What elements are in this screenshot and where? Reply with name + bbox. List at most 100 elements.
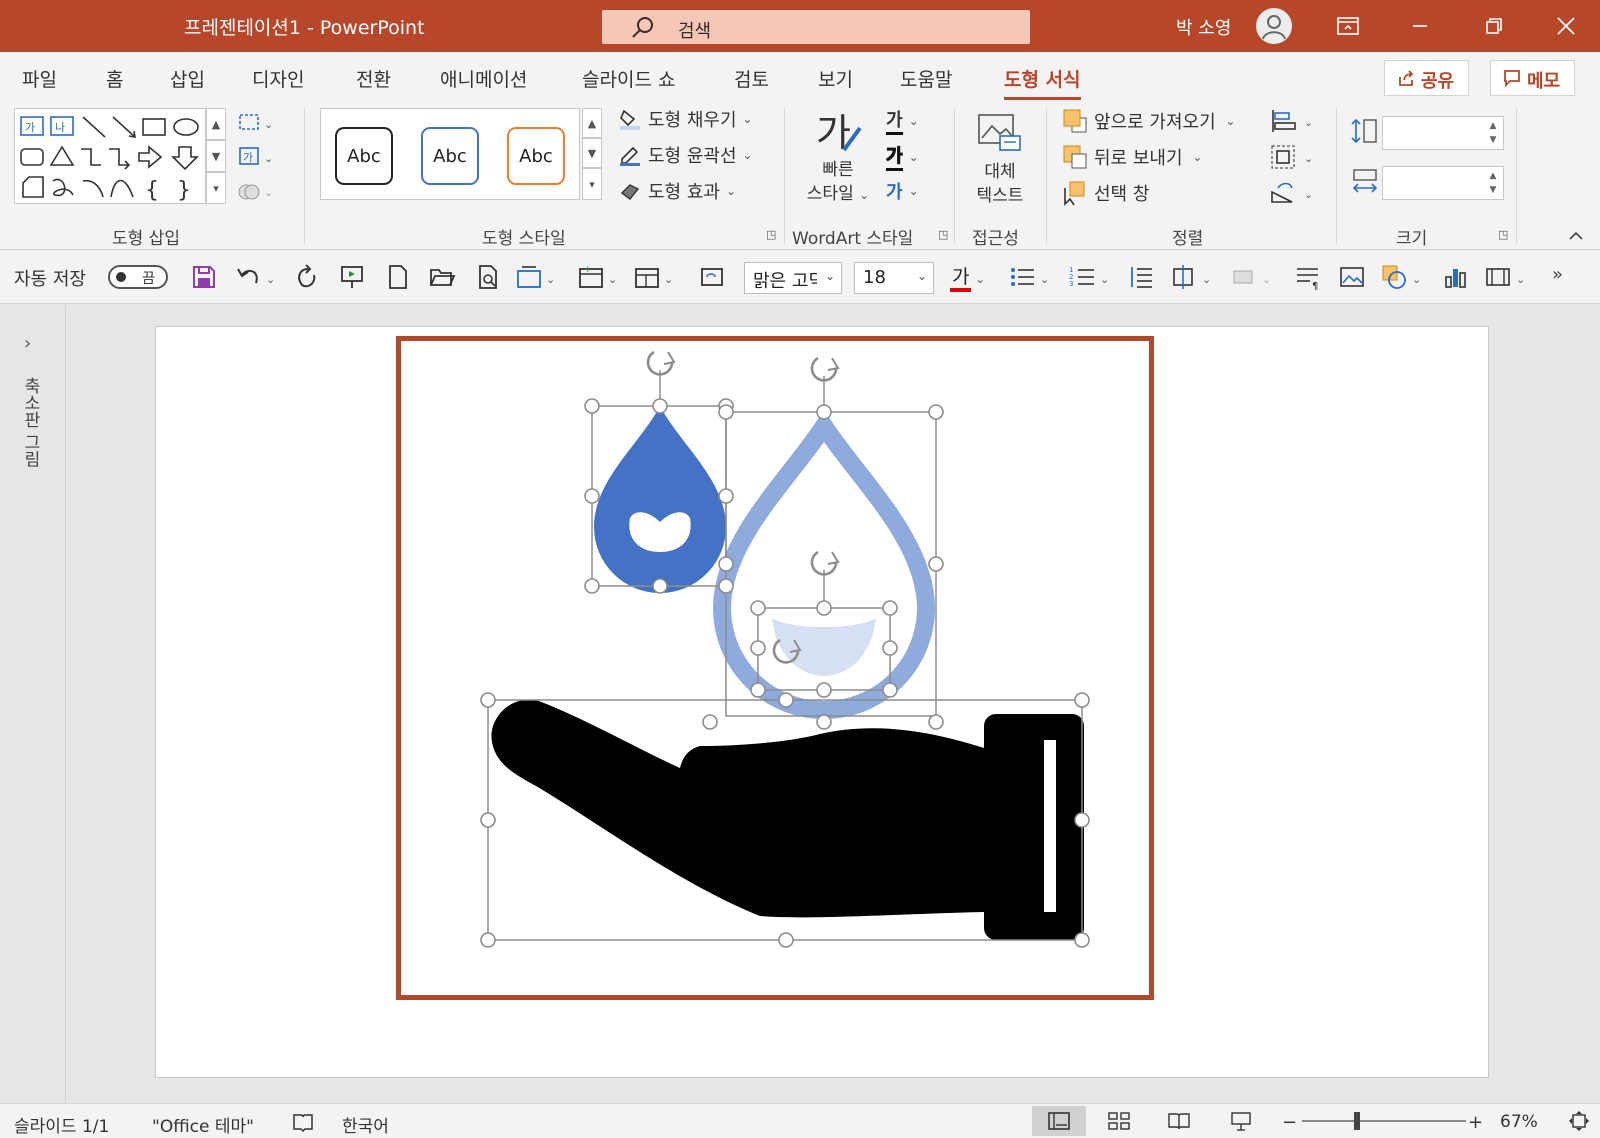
selection-pane-button[interactable]: 선택 창	[1062, 180, 1149, 206]
smartart-convert-icon[interactable]: ⌄	[1230, 263, 1276, 291]
align-button[interactable]: ⌄	[1270, 108, 1316, 138]
slideshow-button[interactable]	[1214, 1106, 1268, 1136]
text-outline-button[interactable]: 가 ⌄	[886, 142, 919, 171]
slide-sorter-button[interactable]	[1092, 1106, 1146, 1136]
restore-button[interactable]	[1464, 0, 1524, 52]
numbering-icon[interactable]: 123 ⌄	[1068, 263, 1114, 291]
ribbon-display-options-button[interactable]	[1318, 0, 1378, 52]
alt-text-button[interactable]	[976, 112, 1024, 158]
tab-home[interactable]: 홈	[106, 65, 123, 92]
new-slide-icon[interactable]: ⌄	[514, 263, 560, 291]
zoom-level[interactable]: 67%	[1500, 1112, 1538, 1132]
text-effects-button[interactable]: 가 ⌄	[886, 178, 919, 204]
save-icon[interactable]	[190, 263, 218, 291]
layout-icon[interactable]: +⌄	[576, 263, 622, 291]
styles-more[interactable]: ▾	[582, 168, 602, 200]
shape-styles-gallery[interactable]: Abc Abc Abc	[320, 108, 580, 200]
svg-text:+: +	[584, 265, 592, 275]
fit-to-window-icon[interactable]	[1568, 1110, 1590, 1137]
text-box-button[interactable]: 가 ⌄	[236, 144, 276, 174]
normal-view-button[interactable]	[1032, 1106, 1086, 1136]
expand-thumbnails-icon[interactable]: ›	[24, 333, 31, 354]
share-button[interactable]: 공유	[1384, 60, 1470, 96]
font-size-dropdown[interactable]: 18 ⌄	[854, 262, 934, 294]
tab-animations[interactable]: 애니메이션	[440, 65, 527, 92]
quick-styles-button[interactable]: 가	[808, 106, 866, 164]
search-box[interactable]: 검색	[602, 10, 1030, 44]
new-file-icon[interactable]	[384, 263, 412, 291]
style-preset-blue[interactable]: Abc	[421, 127, 479, 185]
shapes-gallery[interactable]: 가 나 { }	[14, 108, 206, 204]
zoom-slider-thumb[interactable]	[1354, 1112, 1360, 1130]
collapse-ribbon-button[interactable]	[1568, 226, 1584, 245]
accessibility-check-icon[interactable]	[292, 1112, 314, 1137]
tab-help[interactable]: 도움말	[900, 65, 952, 92]
zoom-out-button[interactable]: −	[1282, 1112, 1297, 1133]
undo-icon[interactable]: ⌄	[234, 263, 280, 291]
font-name-dropdown[interactable]: 맑은 고딕 ⌄	[744, 262, 842, 294]
chart-icon[interactable]	[1442, 263, 1470, 291]
edit-shape-button[interactable]: ⌄	[236, 110, 276, 140]
tab-insert[interactable]: 삽입	[170, 65, 205, 92]
more-commands-icon[interactable]: »	[1552, 264, 1563, 285]
zoom-in-button[interactable]: +	[1468, 1112, 1483, 1133]
shape-width-input[interactable]: ▲ ▼	[1382, 166, 1504, 200]
paragraph-icon[interactable]: ¶	[1294, 263, 1322, 291]
autosave-state: 끔	[142, 271, 155, 287]
close-button[interactable]	[1536, 0, 1596, 52]
effects-icon	[620, 184, 640, 200]
tab-view[interactable]: 보기	[818, 65, 853, 92]
reading-view-button[interactable]	[1152, 1106, 1206, 1136]
print-preview-icon[interactable]	[474, 263, 502, 291]
picture-icon[interactable]	[1338, 263, 1366, 291]
zoom-slider-track[interactable]	[1302, 1120, 1466, 1122]
section-icon[interactable]: ⌄	[632, 263, 678, 291]
insert-shapes-icon[interactable]: ⌄	[1380, 263, 1426, 291]
shapes-scroll-up[interactable]: ▲	[206, 108, 226, 140]
style-preset-black[interactable]: Abc	[335, 127, 393, 185]
tab-shape-format[interactable]: 도형 서식	[1004, 65, 1081, 100]
text-fill-button[interactable]: 가 ⌄	[886, 106, 919, 135]
video-icon[interactable]: ⌄	[1484, 263, 1530, 291]
open-folder-icon[interactable]	[428, 263, 456, 291]
redo-icon[interactable]	[292, 263, 320, 291]
styles-scroll-up[interactable]: ▲	[582, 108, 602, 138]
wordart-launcher[interactable]: ◳	[938, 228, 948, 241]
group-objects-button[interactable]: ⌄	[1270, 144, 1316, 174]
user-name[interactable]: 박 소영	[1176, 14, 1231, 40]
tab-transitions[interactable]: 전환	[356, 65, 391, 92]
minimize-button[interactable]	[1390, 0, 1450, 52]
tab-file[interactable]: 파일	[22, 65, 57, 92]
font-color-button[interactable]: 가 ⌄	[950, 262, 985, 292]
tab-design[interactable]: 디자인	[252, 65, 304, 92]
shape-height-input[interactable]: ▲ ▼	[1382, 116, 1504, 150]
send-backward-button[interactable]: 뒤로 보내기 ⌄	[1062, 144, 1202, 170]
svg-text:가: 가	[243, 151, 253, 164]
presenter-icon[interactable]	[338, 263, 366, 291]
height-spinner[interactable]: ▲ ▼	[1485, 119, 1501, 147]
shape-outline-button[interactable]: 도형 윤곽선 ⌄	[618, 142, 753, 168]
autosave-toggle[interactable]: 끔	[108, 265, 168, 289]
bullets-icon[interactable]: ⌄	[1008, 263, 1054, 291]
comments-button[interactable]: 메모	[1490, 60, 1576, 96]
rotate-button[interactable]: ⌄	[1270, 180, 1316, 210]
reset-slide-icon[interactable]	[698, 263, 726, 291]
shapes-more[interactable]: ▾	[206, 172, 226, 204]
language[interactable]: 한국어	[342, 1112, 389, 1137]
group-label-size: 크기	[1396, 229, 1428, 249]
size-launcher[interactable]: ◳	[1498, 228, 1508, 241]
text-direction-icon[interactable]: ⌄	[1170, 263, 1216, 291]
line-spacing-icon[interactable]	[1128, 263, 1156, 291]
styles-scroll-down[interactable]: ▼	[582, 138, 602, 168]
bring-forward-button[interactable]: 앞으로 가져오기 ⌄	[1062, 108, 1236, 134]
width-spinner[interactable]: ▲ ▼	[1485, 169, 1501, 197]
shape-fill-button[interactable]: 도형 채우기 ⌄	[618, 106, 753, 132]
shapes-scroll-down[interactable]: ▼	[206, 140, 226, 172]
shape-effects-button[interactable]: 도형 효과 ⌄	[618, 178, 736, 204]
style-preset-orange[interactable]: Abc	[507, 127, 565, 185]
tab-slideshow[interactable]: 슬라이드 쇼	[582, 65, 675, 92]
tab-review[interactable]: 검토	[734, 65, 769, 92]
shape-styles-launcher[interactable]: ◳	[766, 228, 776, 241]
merge-shapes-button[interactable]: ⌄	[236, 178, 276, 208]
avatar[interactable]	[1256, 8, 1292, 44]
